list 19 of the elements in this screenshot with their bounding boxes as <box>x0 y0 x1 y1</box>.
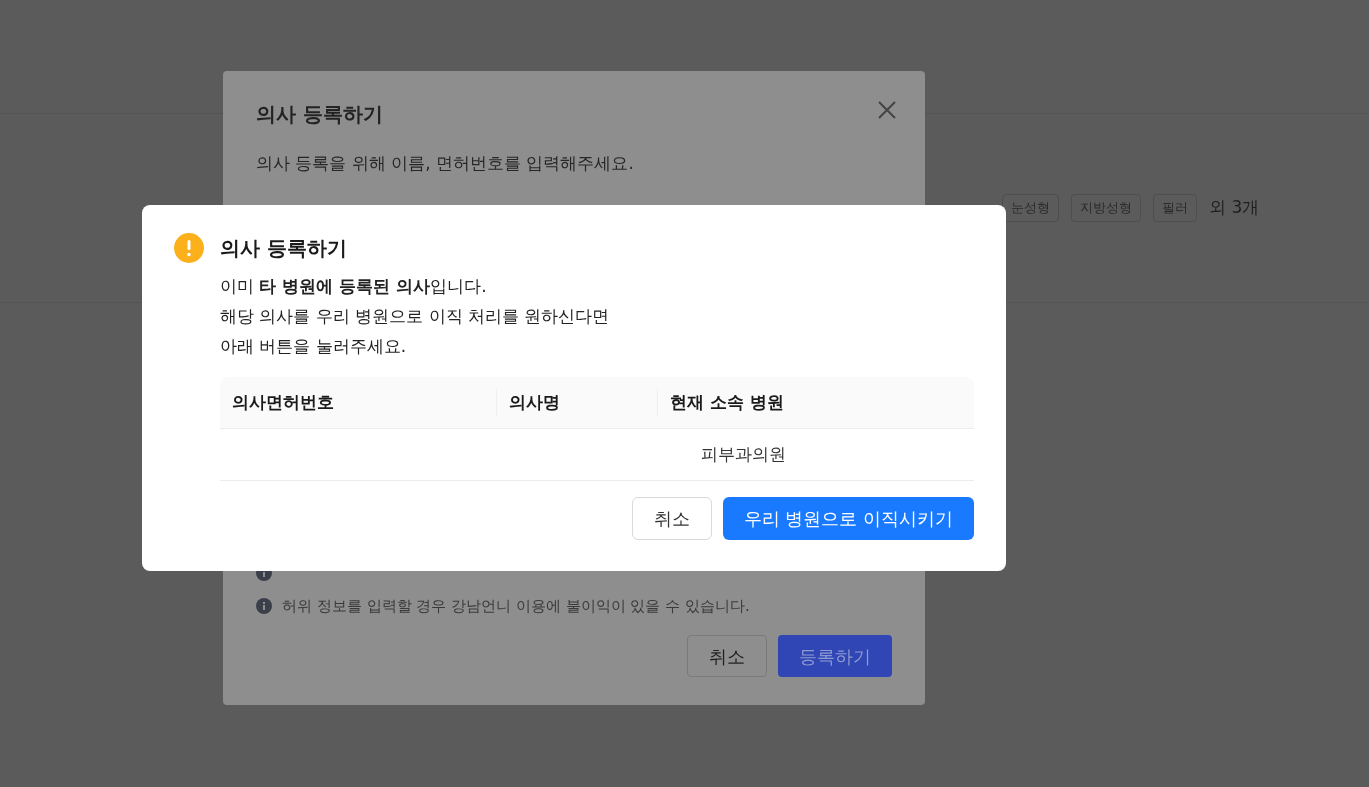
more-count: 외 3개 <box>1209 196 1260 219</box>
close-icon[interactable] <box>877 100 897 120</box>
dialog-title: 의사 등록하기 <box>256 101 383 128</box>
alert-message: 해당 의사를 우리 병원으로 이직 처리를 원하신다면 <box>220 305 611 328</box>
alert-message: 아래 버튼을 눌러주세요. <box>220 335 408 358</box>
warning-icon <box>174 233 204 263</box>
transfer-button[interactable]: 우리 병원으로 이직시키기 <box>722 497 974 540</box>
column-header: 의사면허번호 <box>232 390 334 414</box>
table-cell: 피부과의원 <box>701 443 786 464</box>
column-header: 현재 소속 병원 <box>670 390 784 414</box>
alert-title: 의사 등록하기 <box>220 235 347 262</box>
cancel-button[interactable]: 취소 <box>687 635 767 677</box>
dialog-description: 의사 등록을 위해 이름, 면허번호를 입력해주세요. <box>256 152 635 175</box>
register-button[interactable]: 등록하기 <box>778 635 892 677</box>
notice-text: 허위 정보를 입력할 경우 강남언니 이용에 불이익이 있을 수 있습니다. <box>282 595 750 617</box>
info-icon <box>256 597 272 614</box>
cancel-button[interactable]: 취소 <box>631 497 712 540</box>
column-header: 의사명 <box>509 390 560 414</box>
alert-message: 이미 타 병원에 등록된 의사입니다. <box>220 275 488 298</box>
